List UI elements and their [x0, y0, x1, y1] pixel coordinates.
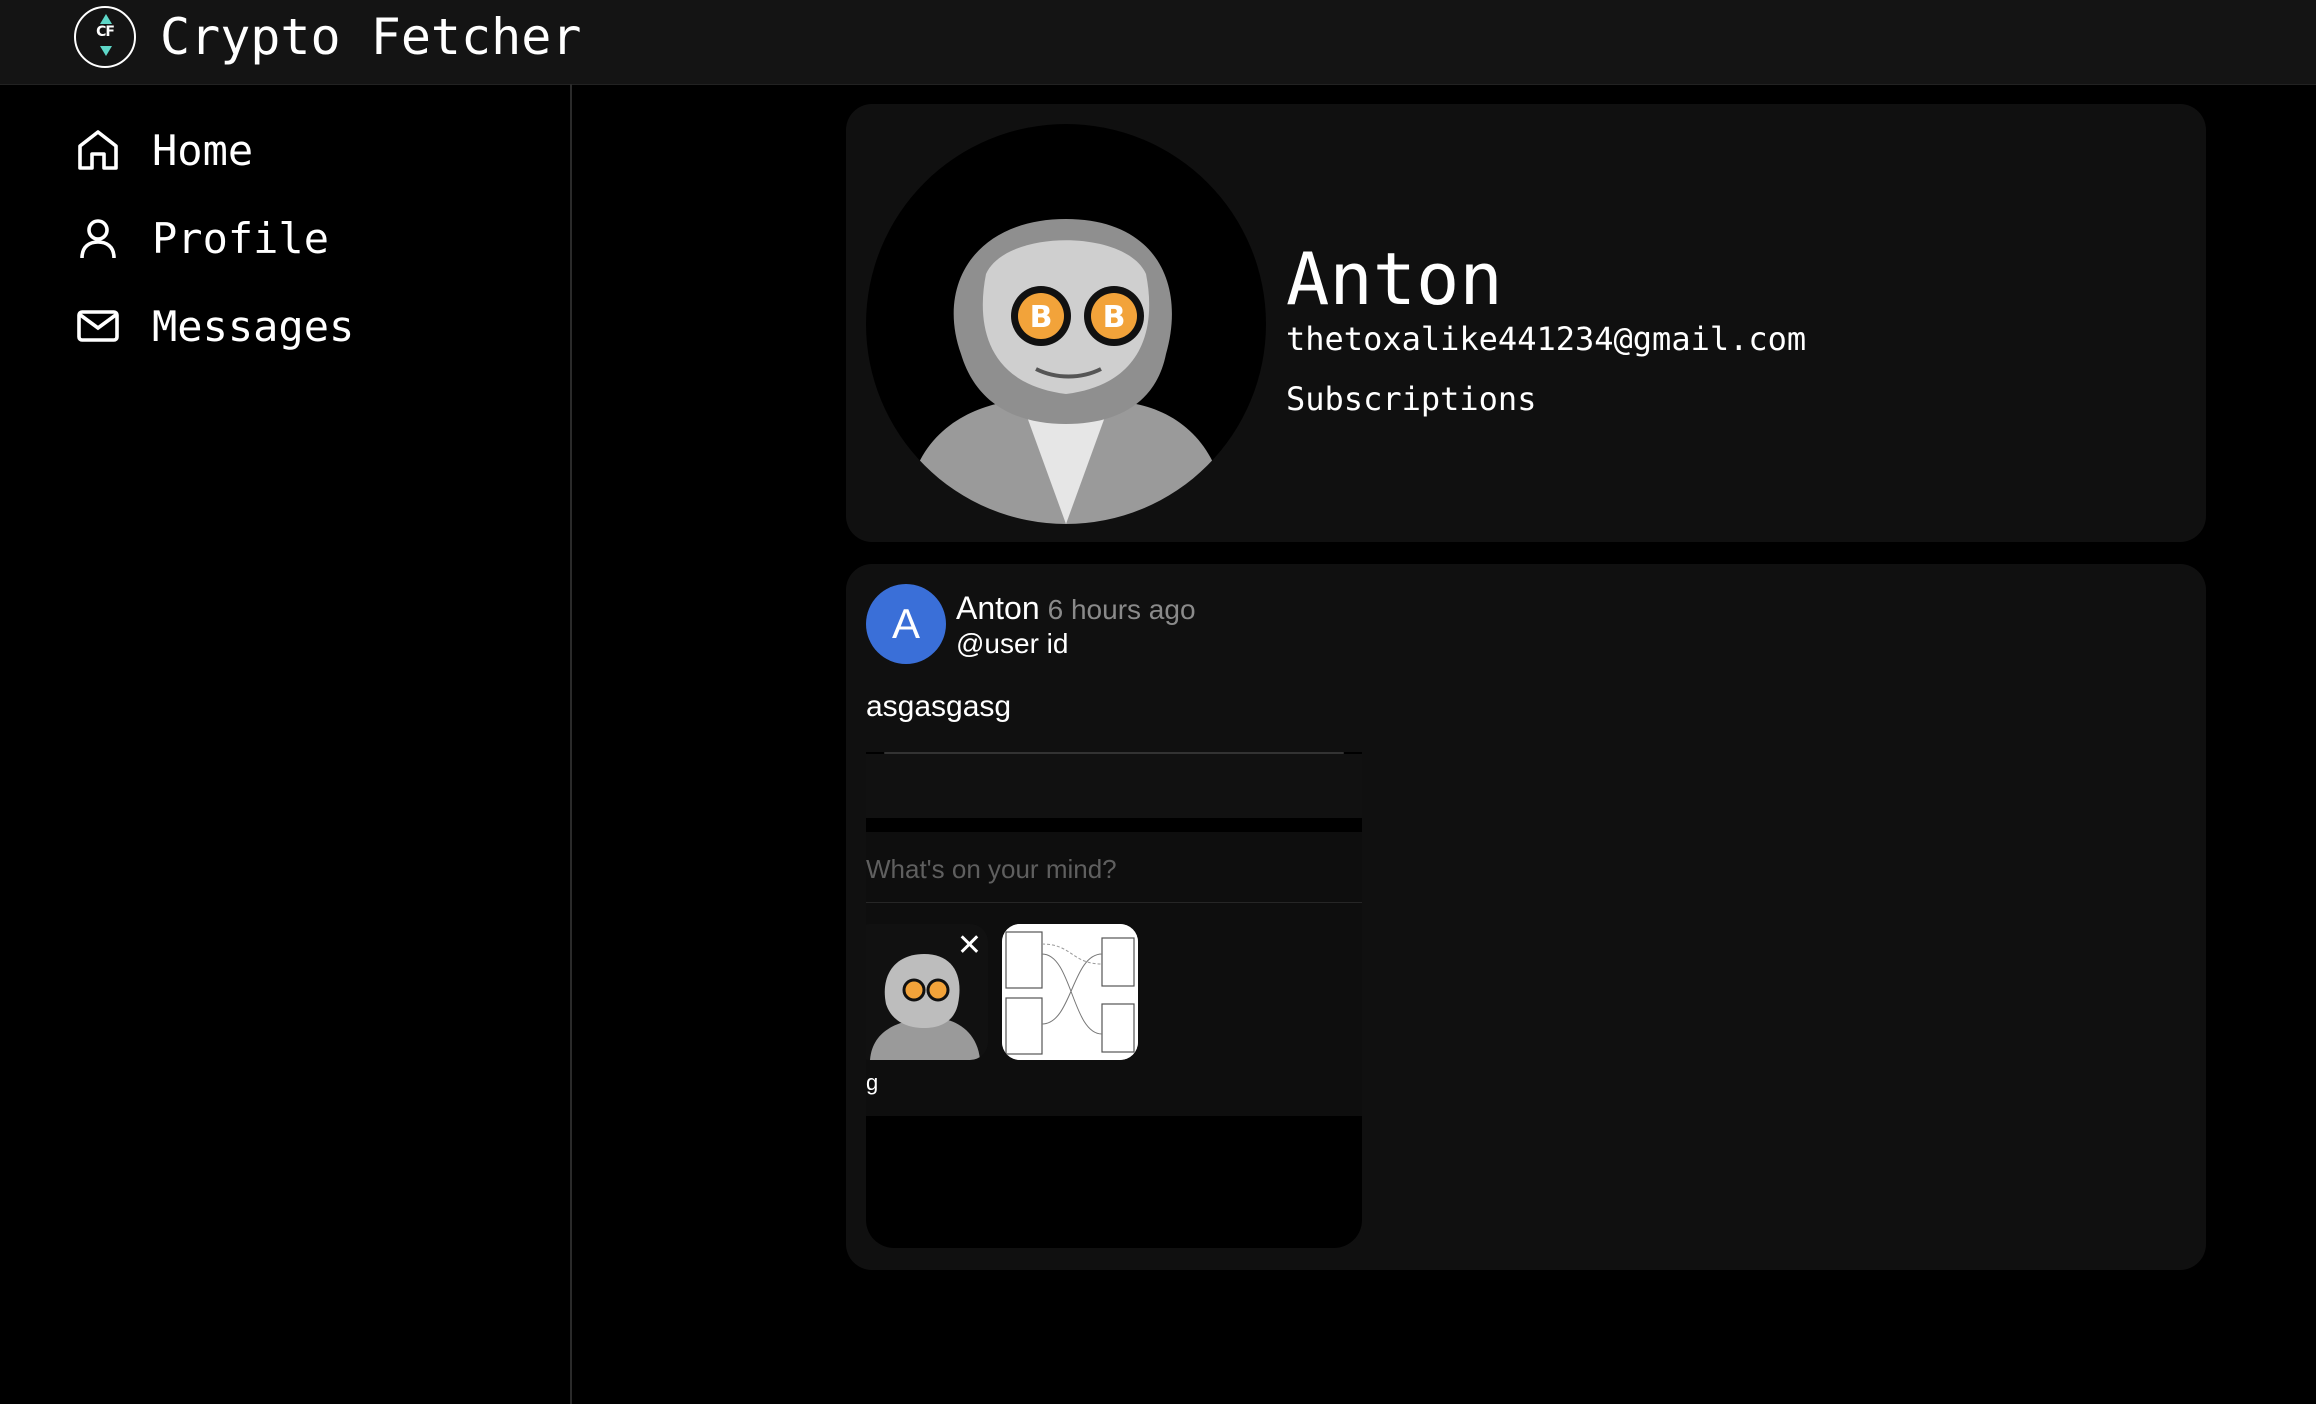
close-icon[interactable]: ✕	[957, 928, 982, 963]
diagram-thumb-image	[1002, 924, 1138, 1060]
profile-name: Anton	[1286, 237, 1503, 321]
home-icon	[78, 130, 118, 170]
post-author[interactable]: Anton	[956, 590, 1040, 626]
subscriptions-link[interactable]: Subscriptions	[1286, 380, 1536, 418]
embed-header	[866, 754, 1362, 818]
mail-icon	[77, 310, 119, 342]
user-icon	[80, 219, 116, 259]
logo-icon[interactable]: CF	[74, 6, 136, 68]
sidebar-item-label: Profile	[152, 213, 330, 263]
post-card: A Anton 6 hours ago @user id asgasgasg Wh…	[846, 564, 2206, 1270]
sidebar-item-profile[interactable]: Profile	[74, 206, 329, 270]
embed-text-fragment: g	[866, 1070, 879, 1095]
post-avatar[interactable]: A	[866, 584, 946, 664]
app-title[interactable]: Crypto Fetcher	[160, 6, 581, 68]
post-handle: @user id	[956, 628, 1069, 659]
svg-text:B: B	[1030, 300, 1053, 335]
sidebar-item-home[interactable]: Home	[74, 118, 253, 182]
embed-image-thumb: ✕	[866, 924, 988, 1060]
embed-composer: What's on your mind? ✕ g	[866, 832, 1362, 1116]
sidebar-item-label: Messages	[152, 301, 355, 351]
profile-card: B B Anton thetoxalike441234@gmail.com Su…	[846, 104, 2206, 542]
profile-email: thetoxalike441234@gmail.com	[1286, 320, 1807, 358]
logo-arrow-down	[100, 46, 112, 56]
franklin-bitcoin-avatar-image: B B	[906, 219, 1226, 524]
post-text: asgasgasg	[866, 690, 1012, 723]
post-author-line: Anton 6 hours ago	[956, 590, 1196, 627]
sidebar: Home Profile Messages	[0, 84, 572, 1404]
sidebar-item-label: Home	[152, 125, 254, 175]
embed-divider	[866, 902, 1362, 903]
profile-avatar: B B	[866, 124, 1266, 524]
sidebar-item-messages[interactable]: Messages	[74, 294, 354, 358]
post-embedded-screenshot: What's on your mind? ✕ g	[866, 752, 1362, 1248]
logo-text: CF	[96, 24, 115, 40]
svg-text:B: B	[1103, 300, 1126, 335]
embed-placeholder: What's on your mind?	[866, 854, 1117, 884]
post-timestamp: 6 hours ago	[1047, 594, 1196, 625]
logo-arrow-up	[100, 14, 112, 24]
top-bar: CF Crypto Fetcher	[0, 0, 2316, 85]
embed-image-thumb	[1002, 924, 1138, 1060]
